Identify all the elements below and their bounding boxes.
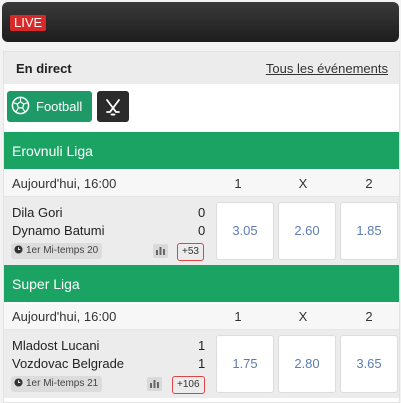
odd-draw[interactable]: 2.80 [278,335,336,393]
column-label-x: X [298,176,308,191]
home-score: 0 [198,205,206,220]
live-badge[interactable]: LIVE [10,15,47,31]
away-score: 0 [198,223,206,238]
more-markets-button[interactable]: +53 [177,243,204,261]
match-status: 1er Mi-temps 21 [26,378,99,389]
league-name: Erovnuli Liga [12,143,93,159]
home-score: 1 [198,338,206,353]
stats-icon[interactable] [147,377,162,391]
clock-icon [14,378,23,387]
football-icon [11,96,30,115]
odd-home[interactable]: 3.05 [216,202,274,260]
column-label-1: 1 [234,309,242,324]
all-events-link[interactable]: Tous les événements [266,61,388,76]
bar-chart-icon [150,380,159,388]
away-team: Vozdovac Belgrade [12,356,125,371]
match-time-badge: 1er Mi-temps 20 [11,243,103,259]
away-score: 1 [198,356,206,371]
odd-away[interactable]: 1.85 [340,202,398,260]
live-panel: En direct Tous les événements Football E… [3,51,400,403]
match-status: 1er Mi-temps 20 [26,245,99,256]
match-date: Aujourd'hui, 16:00 [12,176,117,191]
away-team: Dynamo Batumi [12,223,105,238]
match-row[interactable]: Dila Gori 0 Dynamo Batumi 0 1er Mi-temps… [4,197,399,265]
home-team: Dila Gori [12,205,63,220]
hockey-icon [106,99,120,116]
section-header: En direct Tous les événements [4,52,399,84]
sport-tab-hockey[interactable] [97,91,129,122]
league-header-erovnuli[interactable]: Erovnuli Liga [4,132,399,169]
sport-tab-football-label: Football [36,99,83,114]
top-bar: LIVE [2,2,399,42]
league-header-super-liga[interactable]: Super Liga [4,265,399,302]
section-title: En direct [16,61,72,76]
column-label-x: X [298,309,308,324]
sport-tab-football[interactable]: Football [7,91,92,122]
date-row: Aujourd'hui, 16:00 1 X 2 [4,304,399,330]
match-row[interactable]: Mladost Lucani 1 Vozdovac Belgrade 1 1er… [4,330,399,398]
odd-draw[interactable]: 2.60 [278,202,336,260]
odd-away[interactable]: 3.65 [340,335,398,393]
clock-icon [14,245,23,254]
odd-home[interactable]: 1.75 [216,335,274,393]
home-team: Mladost Lucani [12,338,100,353]
match-date: Aujourd'hui, 16:00 [12,309,117,324]
match-time-badge: 1er Mi-temps 21 [11,376,103,392]
date-row: Aujourd'hui, 16:00 1 X 2 [4,171,399,197]
column-label-2: 2 [365,176,373,191]
column-label-1: 1 [234,176,242,191]
column-label-2: 2 [365,309,373,324]
league-name: Super Liga [12,276,80,292]
bar-chart-icon [156,247,165,255]
stats-icon[interactable] [153,244,168,258]
more-markets-button[interactable]: +106 [172,376,205,394]
